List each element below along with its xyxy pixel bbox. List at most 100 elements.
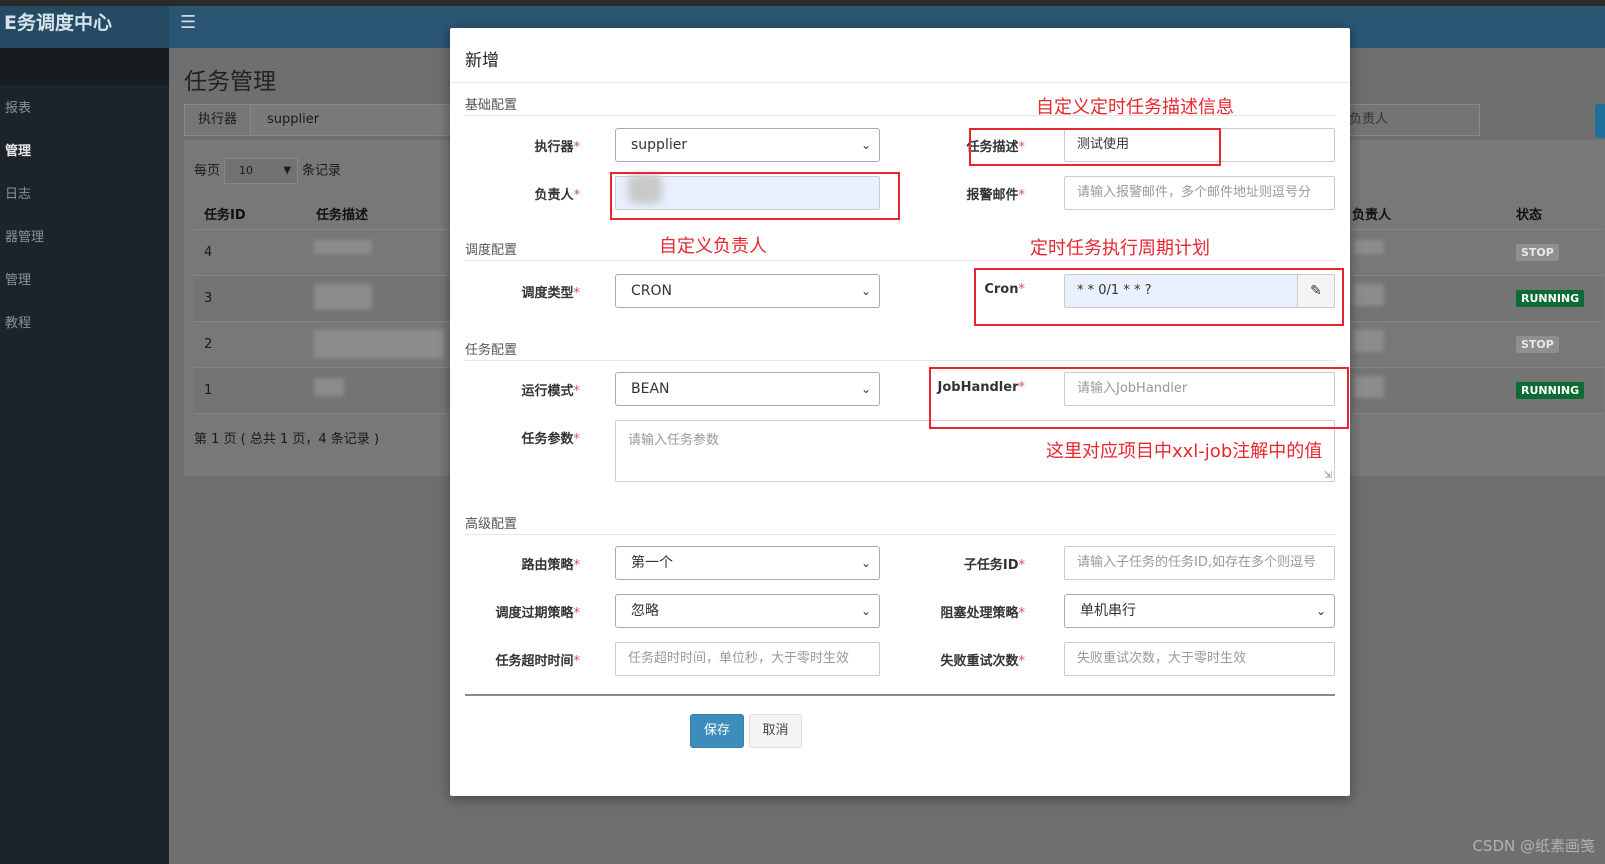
chevron-down-icon: ▼ [283,165,292,176]
modal-header-divider [450,82,1350,83]
annotation-box-job-handler [929,367,1349,429]
section-advanced: 高级配置 [465,511,1335,535]
header-job-desc[interactable]: 任务描述 [316,204,368,223]
sidebar-item-report[interactable]: 报表 [5,97,31,116]
chevron-down-icon: ⌄ [860,382,871,396]
route-strategy-select[interactable]: 第一个 ⌄ [615,546,880,580]
job-id: 1 [204,383,213,398]
annotation-owner-note: 自定义负责人 [659,236,767,257]
form-footer-divider [465,694,1335,696]
chevron-down-icon: ⌄ [860,556,871,570]
executor-select[interactable]: supplier ⌄ [615,128,880,162]
header-status[interactable]: 状态 [1516,204,1542,223]
sidebar-item-user-manage[interactable]: 管理 [5,269,31,288]
header-job-id[interactable]: 任务ID [204,204,246,223]
author-label: 负责人* [450,184,580,203]
job-id: 2 [204,337,213,352]
route-strategy-label: 路由策略* [450,554,580,573]
page-size-prefix: 每页 [194,163,221,179]
cancel-button[interactable]: 取消 [749,714,802,748]
sidebar-item-job-manage[interactable]: 管理 [5,140,31,159]
run-mode-label-text: 运行模式 [521,384,574,399]
child-job-input[interactable]: 请输入子任务的任务ID,如存在多个则逗号 [1064,546,1335,580]
executor-filter[interactable]: 执行器 supplier [184,104,454,136]
job-id: 3 [204,291,213,306]
misfire-strategy-label: 调度过期策略* [450,602,580,621]
section-basic-title: 基础配置 [465,98,518,113]
misfire-strategy-value: 忽略 [631,603,659,619]
app-brand[interactable]: E务调度中心 [0,6,169,48]
blurred-owner [1354,240,1384,254]
required-mark: * [573,140,581,155]
annotation-box-cron [974,268,1344,326]
page-size-select[interactable]: 10 ▼ [224,158,299,184]
chevron-down-icon: ⌄ [1315,604,1326,618]
sidebar-item-log[interactable]: 日志 [5,183,31,202]
run-mode-select[interactable]: BEAN ⌄ [615,372,880,406]
required-mark: * [573,606,581,621]
job-id: 4 [204,245,213,260]
schedule-type-select[interactable]: CRON ⌄ [615,274,880,308]
section-schedule-title: 调度配置 [465,243,518,258]
fail-retry-input[interactable]: 失败重试次数，大于零时生效 [1064,642,1335,676]
page-title: 任务管理 [184,69,276,95]
schedule-type-label: 调度类型* [450,282,580,301]
search-button[interactable] [1595,104,1605,138]
timeout-label: 任务超时时间* [450,650,580,669]
block-strategy-value: 单机串行 [1080,603,1136,619]
chevron-down-icon: ⌄ [860,138,871,152]
child-job-label-text: 子任务ID [963,558,1019,573]
alarm-email-label-text: 报警邮件 [966,188,1019,203]
status-badge: RUNNING [1516,290,1585,307]
block-strategy-select[interactable]: 单机串行 ⌄ [1064,594,1335,628]
run-mode-value: BEAN [631,381,670,397]
fail-retry-label: 失败重试次数* [895,650,1025,669]
page-size-control: 每页 10 ▼ 条记录 [194,158,341,184]
annotation-box-author [610,172,900,220]
route-strategy-value: 第一个 [631,555,673,571]
annotation-box-job-desc [969,128,1221,166]
blurred-owner [1354,376,1384,398]
blurred-owner [1354,330,1384,352]
misfire-strategy-select[interactable]: 忽略 ⌄ [615,594,880,628]
author-label-text: 负责人 [534,188,574,203]
header-owner[interactable]: 负责人 [1352,204,1391,223]
misfire-strategy-label-text: 调度过期策略 [495,606,574,621]
pagination-info: 第 1 页 ( 总共 1 页，4 条记录 ) [194,432,380,447]
sidebar-item-executor-manage[interactable]: 器管理 [5,226,44,245]
blurred-desc [314,240,372,254]
executor-label: 执行器* [450,136,580,155]
run-mode-label: 运行模式* [450,380,580,399]
status-badge: STOP [1516,244,1559,261]
executor-filter-label: 执行器 [185,105,251,135]
alarm-email-input[interactable]: 请输入报警邮件，多个邮件地址则逗号分 [1064,176,1335,210]
required-mark: * [1018,654,1026,669]
route-strategy-label-text: 路由策略 [521,558,574,573]
status-badge: STOP [1516,336,1559,353]
sidebar [0,48,169,864]
required-mark: * [1018,188,1026,203]
blurred-desc [314,330,444,358]
required-mark: * [573,286,581,301]
annotation-handler-note: 这里对应项目中xxl-job注解中的值 [1046,441,1323,462]
required-mark: * [1018,606,1026,621]
timeout-input[interactable]: 任务超时时间，单位秒，大于零时生效 [615,642,880,676]
required-mark: * [573,654,581,669]
alarm-email-label: 报警邮件* [895,184,1025,203]
section-task-title: 任务配置 [465,343,518,358]
section-advanced-title: 高级配置 [465,517,518,532]
timeout-label-text: 任务超时时间 [495,654,574,669]
executor-label-text: 执行器 [534,140,574,155]
job-param-label-text: 任务参数 [521,432,574,447]
schedule-type-label-text: 调度类型 [521,286,574,301]
menu-icon[interactable]: ☰ [180,12,196,33]
schedule-type-value: CRON [631,283,672,299]
modal-title: 新增 [465,51,499,71]
page-size-suffix: 条记录 [302,163,342,179]
block-strategy-label-text: 阻塞处理策略 [940,606,1019,621]
sidebar-user-panel [0,48,169,85]
sidebar-item-tutorial[interactable]: 教程 [5,312,31,331]
resize-grip-icon[interactable]: ⇲ [1324,470,1332,481]
job-param-placeholder: 请输入任务参数 [628,433,720,448]
save-button[interactable]: 保存 [690,714,744,748]
